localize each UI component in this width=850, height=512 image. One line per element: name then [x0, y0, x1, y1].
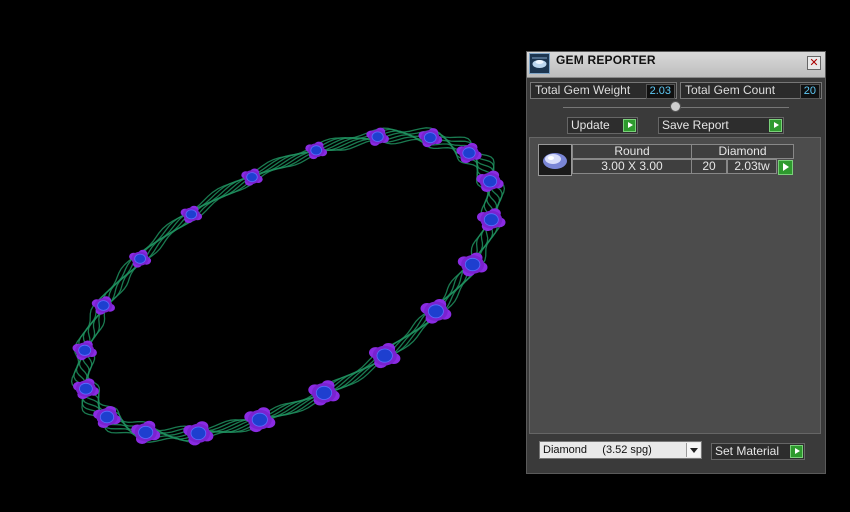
save-report-label: Save Report	[662, 118, 729, 132]
diamond-gem	[185, 209, 198, 220]
total-gem-weight: Total Gem Weight 2.03	[530, 82, 677, 99]
panel-titlebar[interactable]: GEM REPORTER ✕	[527, 52, 825, 78]
chevron-down-icon	[686, 443, 700, 457]
play-icon	[790, 445, 803, 458]
diamond-gem	[97, 300, 110, 311]
gem-setting	[131, 420, 161, 444]
diamond-gem	[483, 175, 498, 188]
band-strand	[70, 127, 506, 443]
diamond-gem	[462, 147, 476, 159]
material-select-value: Diamond (3.52 spg)	[543, 444, 652, 456]
diamond-gem	[310, 145, 323, 156]
diamond-gem	[427, 304, 444, 319]
gem-setting	[91, 296, 115, 315]
band-strand	[85, 136, 491, 434]
play-icon	[769, 119, 782, 132]
gem-count: 20	[691, 159, 727, 174]
gem-list[interactable]: Round Diamond 3.00 X 3.00 20 2.03tw	[529, 137, 821, 434]
total-gem-weight-value: 2.03	[645, 84, 675, 99]
band-strand	[73, 128, 503, 442]
gem-setting	[420, 299, 452, 324]
total-gem-count-label: Total Gem Count	[685, 83, 776, 97]
gem-reporter-panel: GEM REPORTER ✕ Total Gem Weight 2.03 Tot…	[526, 51, 826, 474]
gem-row[interactable]: Round Diamond 3.00 X 3.00 20 2.03tw	[538, 144, 794, 177]
panel-slider-knob[interactable]	[670, 101, 681, 112]
diamond-gem	[315, 385, 333, 400]
gem-reporter-icon	[529, 53, 550, 74]
update-button-label: Update	[571, 118, 610, 132]
diamond-gem	[78, 344, 92, 356]
close-button[interactable]: ✕	[807, 56, 821, 70]
update-button[interactable]: Update	[567, 117, 638, 134]
band-strand	[87, 138, 489, 432]
total-gem-weight-label: Total Gem Weight	[535, 83, 631, 97]
set-material-label: Set Material	[715, 444, 780, 458]
band-strand	[82, 134, 494, 436]
gem-material: Diamond	[691, 144, 794, 159]
material-select[interactable]: Diamond (3.52 spg)	[539, 441, 702, 459]
diamond-gem	[464, 257, 481, 272]
play-icon	[623, 119, 636, 132]
gem-row-play-button[interactable]	[778, 160, 793, 175]
3d-viewport[interactable]	[0, 0, 520, 507]
panel-title: GEM REPORTER	[556, 53, 656, 67]
gem-size: 3.00 X 3.00	[572, 159, 692, 174]
round-gem-thumbnail-icon	[538, 144, 572, 176]
diamond-gem	[246, 172, 258, 183]
total-gem-count: Total Gem Count 20	[680, 82, 822, 99]
diamond-gem	[423, 132, 437, 144]
gem-weight: 2.03tw	[727, 159, 777, 174]
diamond-gem	[376, 348, 393, 363]
diamond-gem	[371, 131, 384, 142]
diamond-gem	[190, 426, 207, 441]
save-report-button[interactable]: Save Report	[658, 117, 784, 134]
diamond-gem	[134, 253, 146, 264]
diamond-gem	[79, 382, 93, 395]
set-material-button[interactable]: Set Material	[711, 443, 805, 460]
gem-setting	[244, 407, 276, 433]
diamond-gem	[99, 410, 115, 424]
total-gem-count-value: 20	[799, 84, 820, 99]
diamond-gem	[251, 412, 268, 427]
gem-shape: Round	[572, 144, 692, 159]
ring-model	[70, 127, 506, 446]
band-strand	[75, 130, 501, 440]
band-strand	[78, 132, 498, 438]
gem-settings	[72, 127, 506, 446]
diamond-gem	[483, 213, 499, 227]
ring-band	[70, 127, 506, 443]
gem-setting	[308, 380, 340, 406]
diamond-gem	[138, 425, 154, 439]
